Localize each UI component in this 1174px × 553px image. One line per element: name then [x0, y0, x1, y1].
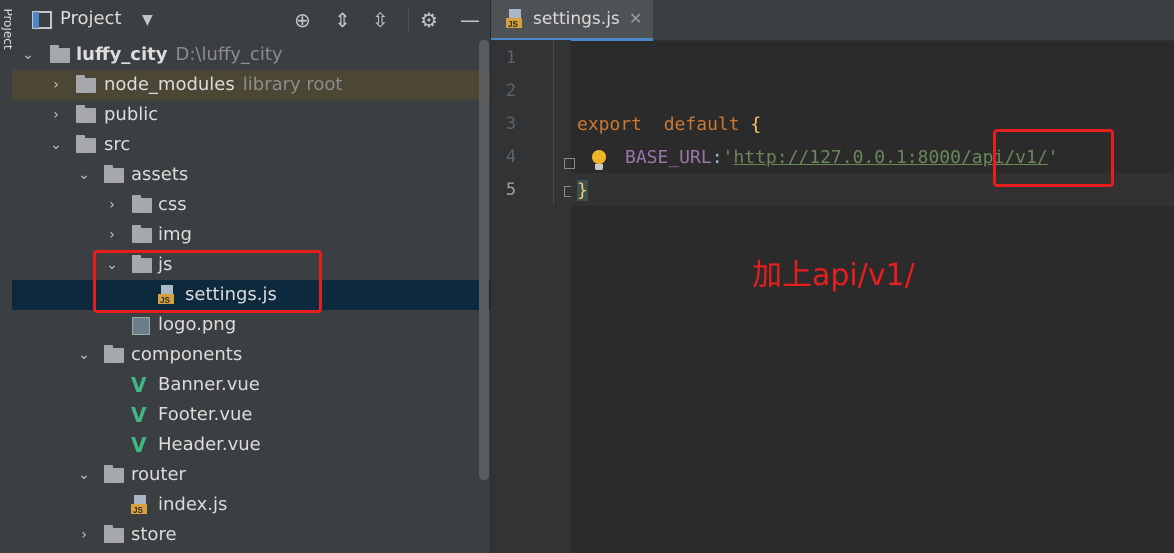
close-icon[interactable]: ✕: [629, 9, 642, 28]
tree-label-router: router: [131, 464, 186, 485]
open-brace: {: [750, 114, 762, 135]
tree-row-assets[interactable]: ⌄ assets: [12, 160, 490, 190]
tree-row-img[interactable]: › img: [12, 220, 490, 250]
folder-icon: [50, 45, 70, 63]
tree-label-store: store: [131, 524, 177, 545]
lightbulb-icon[interactable]: [592, 150, 606, 170]
tree-row-header-vue[interactable]: V Header.vue: [12, 430, 490, 460]
tree-row-public[interactable]: › public: [12, 100, 490, 130]
chevron-down-icon[interactable]: ▼: [142, 6, 153, 34]
folder-icon: [76, 75, 96, 93]
panel-title[interactable]: Project: [60, 8, 122, 29]
crosshair-icon[interactable]: ⊕: [294, 6, 311, 34]
quote-open: ': [722, 147, 734, 168]
minimize-icon[interactable]: —: [460, 6, 480, 34]
tree-row-luffy-city[interactable]: ⌄ luffy_city D:\luffy_city: [12, 40, 490, 70]
chevron-down-icon[interactable]: ⌄: [20, 40, 36, 70]
tree-label-header-vue: Header.vue: [158, 434, 261, 455]
project-view-icon: [32, 11, 52, 29]
vue-file-icon: V: [131, 433, 147, 457]
highlight-box-api-path: [993, 129, 1114, 187]
tree-label-root: luffy_city: [76, 44, 168, 65]
library-root-hint: library root: [242, 74, 343, 95]
tab-label: settings.js: [533, 9, 620, 29]
tree-label-public: public: [104, 104, 159, 125]
chevron-down-icon[interactable]: ⌄: [76, 160, 92, 190]
tree-row-router[interactable]: ⌄ router: [12, 460, 490, 490]
property-base-url: BASE_URL: [625, 147, 712, 168]
chevron-right-icon[interactable]: ›: [76, 520, 92, 550]
folder-icon: [104, 165, 124, 183]
svg-text:JS: JS: [133, 506, 143, 515]
tree-label-logo-png: logo.png: [158, 314, 237, 335]
gutter-divider: [553, 40, 554, 205]
highlight-box-js-folder: [93, 250, 322, 313]
line-number: 3: [505, 114, 517, 134]
panel-header: Project ▼ ⊕ ⇕ ⇳ ⚙ —: [12, 0, 490, 40]
chevron-right-icon[interactable]: ›: [48, 100, 64, 130]
collapse-all-icon[interactable]: ⇳: [372, 6, 389, 34]
tree-label-components: components: [131, 344, 243, 365]
folder-icon: [132, 225, 152, 243]
tree-label-src: src: [104, 134, 131, 155]
tree-row-footer-vue[interactable]: V Footer.vue: [12, 400, 490, 430]
tree-label-assets: assets: [131, 164, 189, 185]
tree-scrollbar[interactable]: [479, 40, 489, 480]
tree-label-css: css: [158, 194, 187, 215]
folder-icon: [104, 345, 124, 363]
tree-row-components[interactable]: ⌄ components: [12, 340, 490, 370]
folder-icon: [76, 135, 96, 153]
tree-row-store[interactable]: › store: [12, 520, 490, 550]
line-number: 4: [505, 147, 517, 167]
image-file-icon: [132, 317, 150, 335]
tab-settings-js[interactable]: JS settings.js ✕: [491, 0, 653, 41]
chevron-right-icon[interactable]: ›: [48, 70, 64, 100]
chevron-right-icon[interactable]: ›: [104, 220, 120, 250]
line-number-gutter: 1 2 3 4 5: [491, 40, 575, 553]
colon: :: [711, 147, 723, 168]
tree-label-banner-vue: Banner.vue: [158, 374, 260, 395]
annotation-text: 加上api/v1/: [752, 258, 915, 293]
js-file-icon: JS: [506, 9, 522, 29]
tree-label-img: img: [158, 224, 192, 245]
folder-icon: [76, 105, 96, 123]
editor-tab-bar: JS settings.js ✕: [491, 0, 1174, 41]
vue-file-icon: V: [131, 373, 147, 397]
keyword-default: default: [663, 114, 740, 135]
tree-row-index-js[interactable]: JS index.js: [12, 490, 490, 520]
tree-row-src[interactable]: ⌄ src: [12, 130, 490, 160]
fold-icon[interactable]: [564, 158, 575, 169]
chevron-right-icon[interactable]: ›: [104, 190, 120, 220]
tree-row-node-modules[interactable]: › node_modules library root: [12, 70, 490, 100]
header-divider: [408, 8, 409, 32]
chevron-down-icon[interactable]: ⌄: [48, 130, 64, 160]
chevron-down-icon[interactable]: ⌄: [76, 340, 92, 370]
code-line-5[interactable]: }: [577, 174, 588, 207]
tree-label-index-js: index.js: [158, 494, 228, 515]
folder-icon: [104, 525, 124, 543]
folder-icon: [104, 465, 124, 483]
tree-label-node-modules: node_modules: [104, 74, 235, 95]
gear-icon[interactable]: ⚙: [420, 6, 438, 34]
folder-icon: [132, 195, 152, 213]
expand-all-icon[interactable]: ⇕: [334, 6, 351, 34]
line-number: 2: [505, 81, 517, 101]
tree-row-banner-vue[interactable]: V Banner.vue: [12, 370, 490, 400]
js-file-icon: JS: [131, 495, 147, 515]
tree-row-logo-png[interactable]: logo.png: [12, 310, 490, 340]
line-number: 1: [505, 48, 517, 68]
root-path: D:\luffy_city: [175, 44, 283, 65]
url-base[interactable]: http://127.0.0.1:8000: [733, 147, 961, 168]
tree-label-footer-vue: Footer.vue: [158, 404, 253, 425]
svg-text:JS: JS: [508, 20, 518, 29]
chevron-down-icon[interactable]: ⌄: [76, 460, 92, 490]
keyword-export: export: [577, 114, 643, 135]
vue-file-icon: V: [131, 403, 147, 427]
line-number: 5: [505, 180, 517, 200]
code-line-3[interactable]: export default {: [577, 108, 761, 141]
close-brace: }: [577, 180, 588, 201]
tree-row-css[interactable]: › css: [12, 190, 490, 220]
